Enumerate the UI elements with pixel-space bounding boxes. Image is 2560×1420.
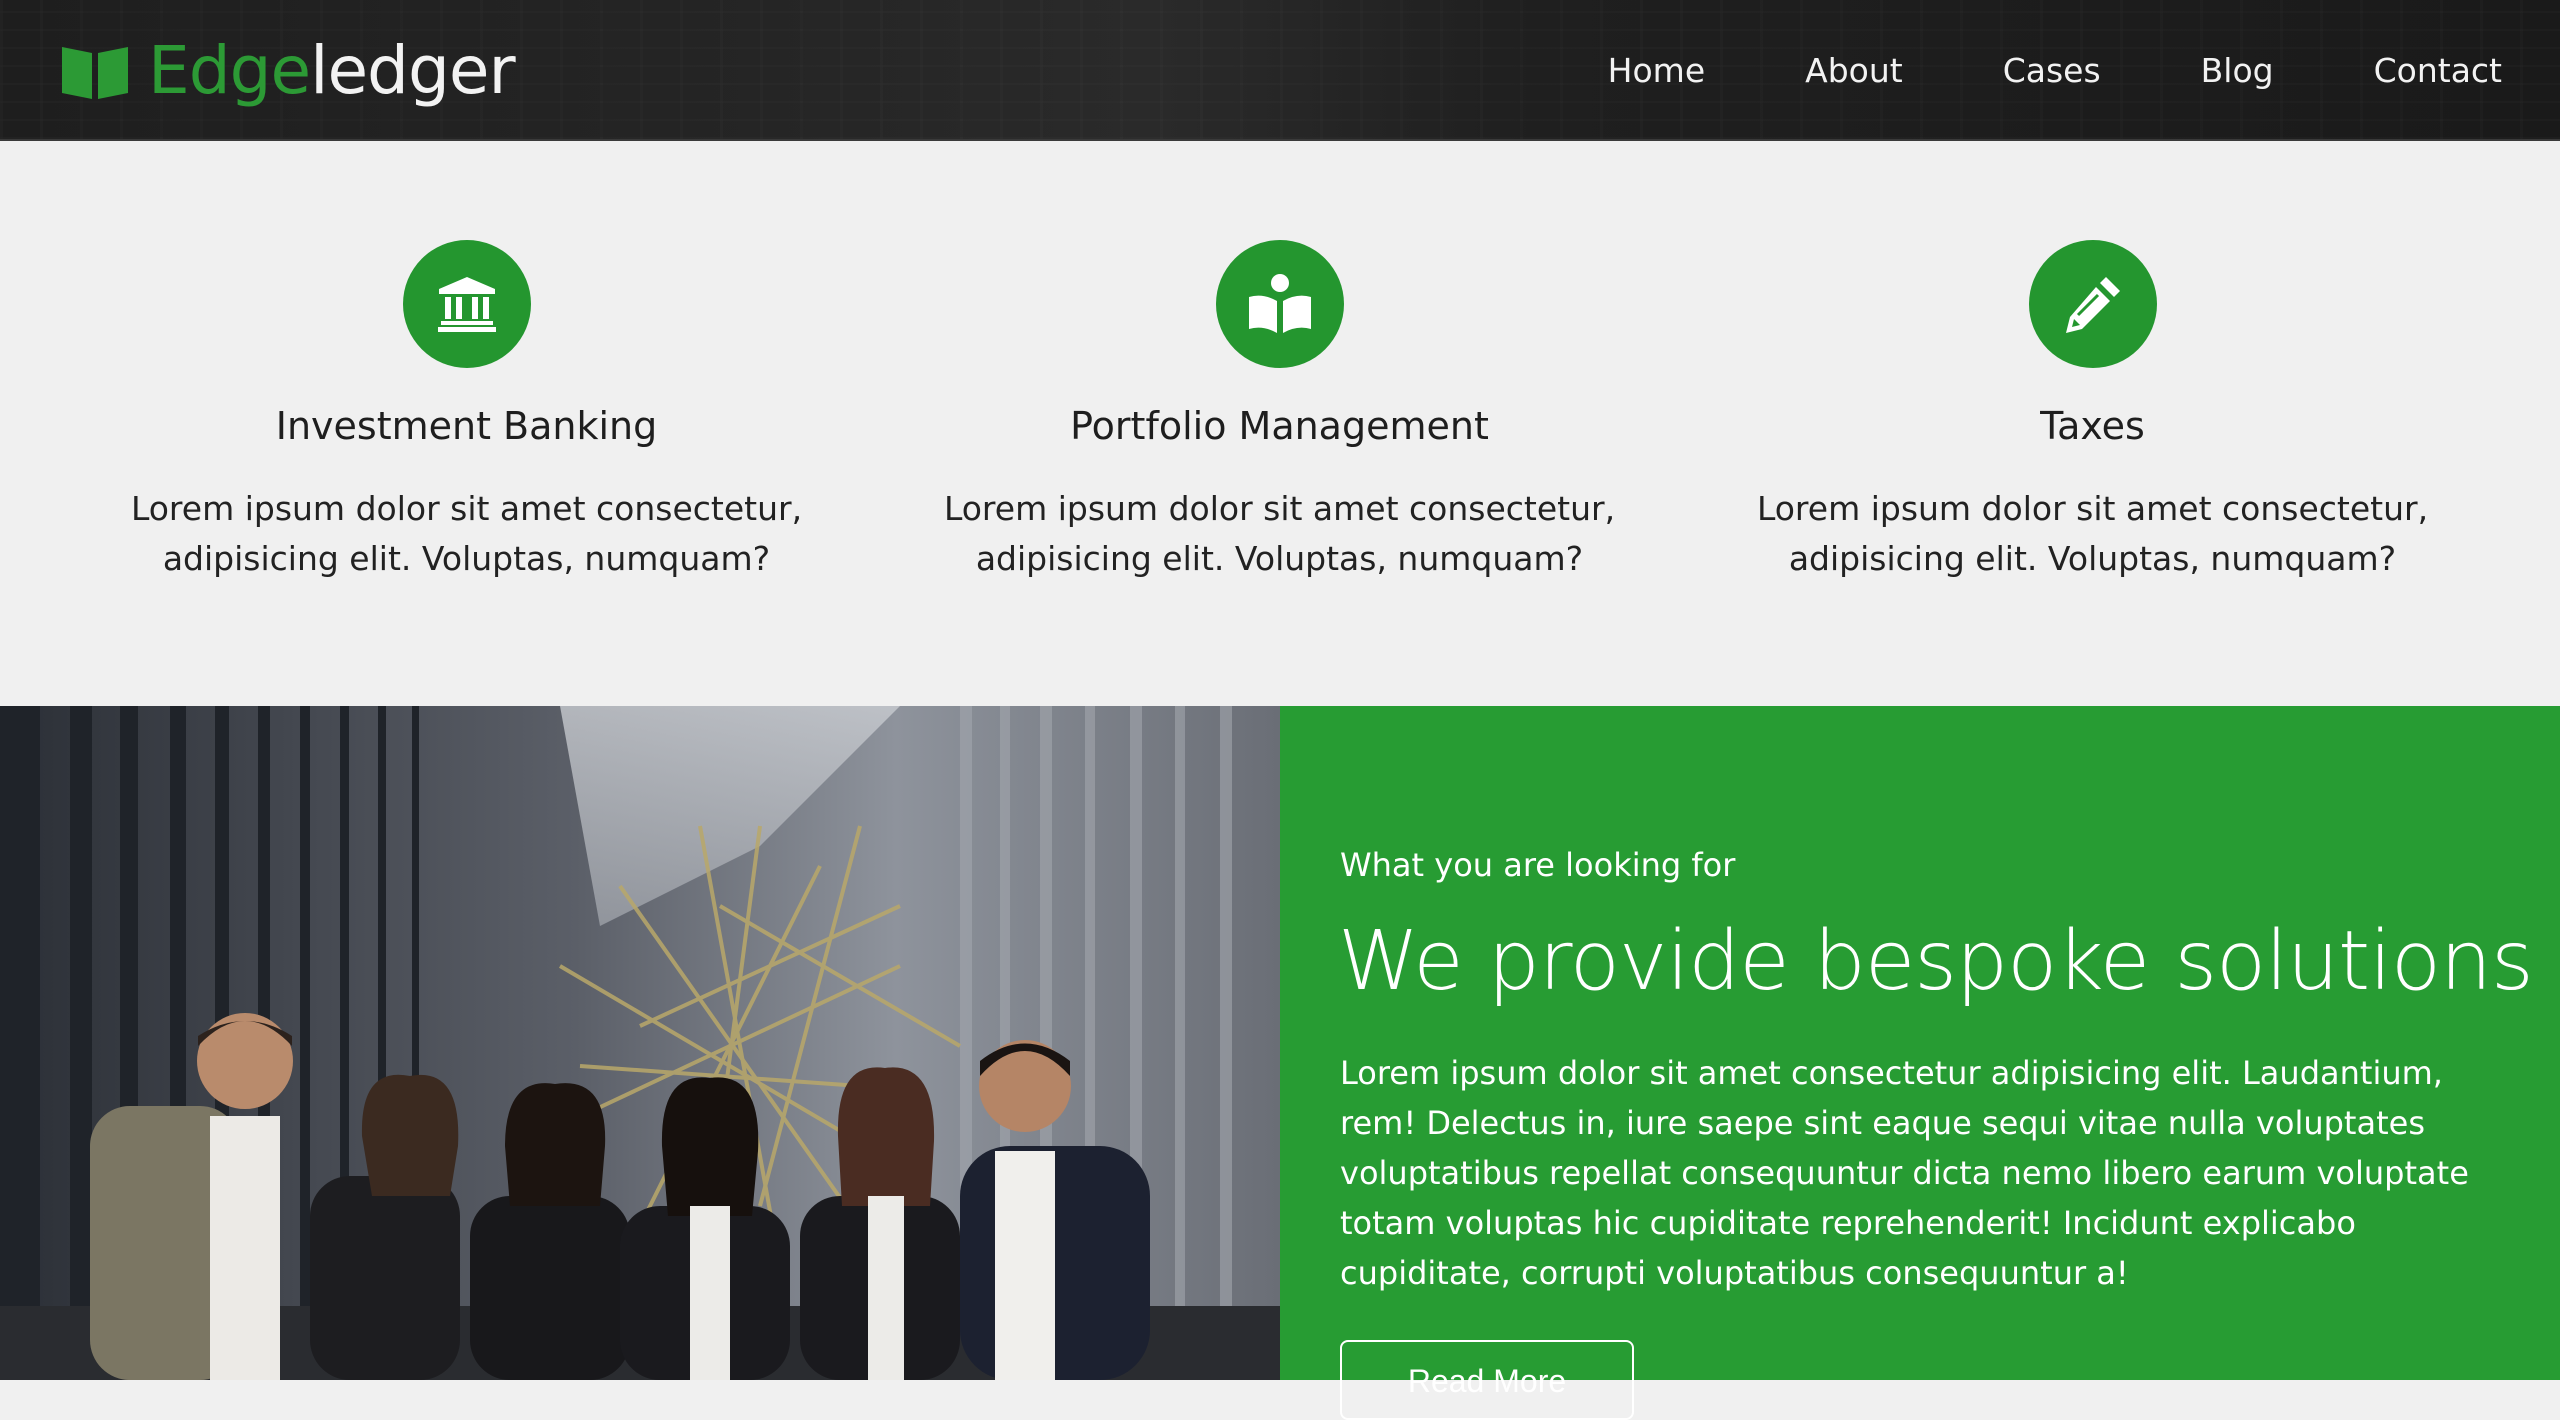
service-title: Portfolio Management xyxy=(1070,404,1489,448)
read-more-button[interactable]: Read More xyxy=(1340,1340,1634,1420)
service-icon-badge xyxy=(402,240,531,368)
promo-kicker: What you are looking for xyxy=(1340,846,1736,884)
open-book-icon xyxy=(62,46,128,99)
promo-section: What you are looking for We provide besp… xyxy=(1280,706,2560,1420)
bank-icon xyxy=(437,277,496,332)
service-icon-badge xyxy=(1215,240,1344,368)
nav-blog[interactable]: Blog xyxy=(2201,51,2274,90)
nav-about[interactable]: About xyxy=(1805,51,1903,90)
service-description: Lorem ipsum dolor sit amet consectetur, … xyxy=(1756,489,2429,578)
promo-headline: We provide bespoke solutions xyxy=(1338,914,2534,1009)
brand-name-part1: Edge xyxy=(148,31,311,109)
brand-logo[interactable]: Edgeledger xyxy=(58,28,516,113)
nav-contact[interactable]: Contact xyxy=(2374,51,2502,90)
nav-home[interactable]: Home xyxy=(1608,51,1705,90)
reader-book-icon xyxy=(1248,274,1311,333)
service-icon-badge xyxy=(2028,240,2157,368)
site-header: Edgeledger Home About Cases Blog Contact xyxy=(0,0,2560,141)
service-title: Taxes xyxy=(2040,404,2145,448)
nav-cases[interactable]: Cases xyxy=(2003,51,2101,90)
service-description: Lorem ipsum dolor sit amet consectetur, … xyxy=(130,489,803,578)
promo-body: Lorem ipsum dolor sit amet consectetur a… xyxy=(1340,1054,2469,1292)
service-title: Investment Banking xyxy=(275,404,658,448)
brand-name: Edgeledger xyxy=(148,37,516,104)
main-nav: Home About Cases Blog Contact xyxy=(1508,0,2502,141)
pencil-icon xyxy=(2065,277,2120,333)
team-photo xyxy=(0,706,1280,1380)
service-description: Lorem ipsum dolor sit amet consectetur, … xyxy=(943,489,1616,578)
services-section: Investment Banking Lorem ipsum dolor sit… xyxy=(0,141,2560,706)
brand-name-part2: ledger xyxy=(310,31,515,109)
